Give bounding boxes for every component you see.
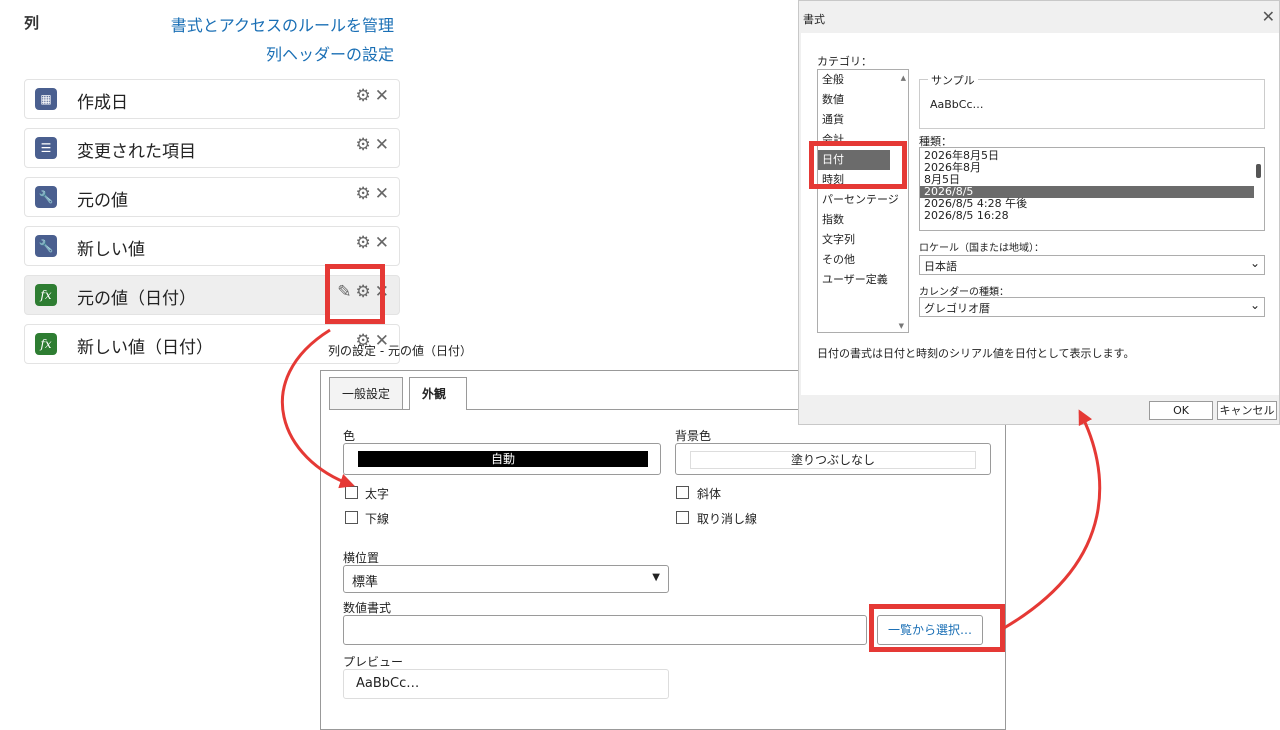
- arrow-to-appearance: [280, 328, 355, 489]
- annotation-arrows: [280, 328, 1102, 630]
- arrow-to-format-dialog: [1003, 409, 1102, 630]
